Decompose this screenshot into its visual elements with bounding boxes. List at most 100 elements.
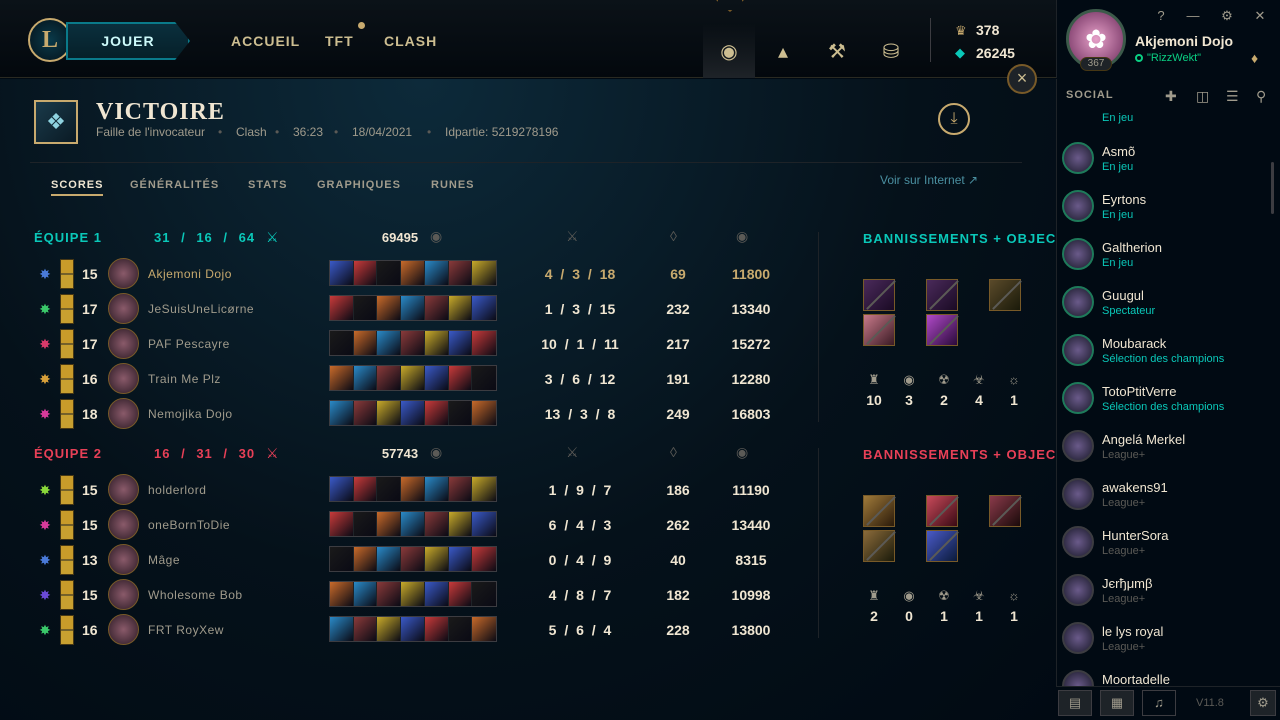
summoner-spells-icon[interactable] — [60, 399, 74, 429]
item-slot[interactable] — [330, 582, 354, 606]
item-slot[interactable] — [424, 366, 449, 390]
player-row[interactable]: ✸ 15 holderlord 1 / 9 / 7 186 11190 — [30, 473, 790, 507]
friend-list-item[interactable]: Moubarack Sélection des champions — [1062, 334, 1262, 378]
keystone-rune-icon[interactable]: ✸ — [34, 368, 56, 390]
item-slot[interactable] — [377, 617, 402, 641]
keystone-rune-icon[interactable]: ✸ — [34, 549, 56, 571]
summoner-spells-icon[interactable] — [60, 364, 74, 394]
summoner-name[interactable]: Akjemoni Dojo — [1135, 33, 1233, 49]
item-slot[interactable] — [472, 296, 497, 320]
item-slot[interactable] — [448, 331, 473, 355]
item-slot[interactable] — [353, 477, 378, 501]
item-slot[interactable] — [424, 512, 449, 536]
item-slot[interactable] — [448, 366, 473, 390]
friend-list-item[interactable]: HunterSora League+ — [1062, 526, 1262, 570]
item-slot[interactable] — [472, 617, 497, 641]
item-slot[interactable] — [448, 261, 473, 285]
item-slot[interactable] — [448, 401, 473, 425]
summoner-name[interactable]: FRT RoyXew — [148, 623, 224, 637]
nav-accueil[interactable]: ACCUEIL — [231, 33, 300, 49]
friend-avatar[interactable] — [1062, 526, 1094, 558]
item-slot[interactable] — [377, 582, 402, 606]
keystone-rune-icon[interactable]: ✸ — [34, 403, 56, 425]
friend-list-item[interactable]: Eyrtons En jeu — [1062, 190, 1262, 234]
friend-avatar[interactable] — [1062, 574, 1094, 606]
chat-icon[interactable]: ▤ — [1058, 690, 1092, 716]
item-slot[interactable] — [424, 477, 449, 501]
item-slot[interactable] — [401, 512, 425, 536]
tab-generalites[interactable]: GÉNÉRALITÉS — [130, 179, 219, 191]
item-slot[interactable] — [424, 296, 449, 320]
summoner-status[interactable]: "RizzWekt" — [1135, 52, 1201, 64]
add-folder-icon[interactable]: ◫ — [1196, 88, 1209, 105]
player-row[interactable]: ✸ 17 PAF Pescayre 10 / 1 / 11 217 15272 — [30, 327, 790, 361]
champion-portrait[interactable] — [108, 614, 139, 645]
summoner-name[interactable]: Mâge — [148, 553, 180, 567]
item-slot[interactable] — [377, 401, 402, 425]
item-slot[interactable] — [401, 401, 425, 425]
item-slot[interactable] — [401, 582, 425, 606]
item-slot[interactable] — [472, 582, 497, 606]
friend-avatar[interactable] — [1062, 142, 1094, 174]
item-slot[interactable] — [448, 296, 473, 320]
friend-avatar[interactable] — [1062, 238, 1094, 270]
tab-stats[interactable]: STATS — [248, 179, 287, 191]
nav-tft[interactable]: TFT — [325, 33, 354, 49]
item-slot[interactable] — [424, 401, 449, 425]
item-slot[interactable] — [401, 617, 425, 641]
champion-portrait[interactable] — [108, 363, 139, 394]
item-slot[interactable] — [330, 331, 354, 355]
settings-gear-icon[interactable]: ⚙ — [1218, 8, 1236, 24]
item-slot[interactable] — [472, 547, 497, 571]
champion-portrait[interactable] — [108, 474, 139, 505]
item-slot[interactable] — [330, 477, 354, 501]
summoner-name[interactable]: Akjemoni Dojo — [148, 267, 232, 281]
player-row[interactable]: ✸ 16 FRT RoyXew 5 / 6 / 4 228 13800 — [30, 613, 790, 647]
summoner-name[interactable]: Nemojika Dojo — [148, 407, 233, 421]
minimize-button[interactable]: — — [1184, 8, 1202, 23]
item-slot[interactable] — [448, 512, 473, 536]
champion-portrait[interactable] — [108, 398, 139, 429]
friend-list-item[interactable]: Galtherion En jeu — [1062, 238, 1262, 282]
item-slot[interactable] — [448, 477, 473, 501]
item-slot[interactable] — [448, 617, 473, 641]
player-row[interactable]: ✸ 15 oneBornToDie 6 / 4 / 3 262 13440 — [30, 508, 790, 542]
summoner-spells-icon[interactable] — [60, 294, 74, 324]
help-button[interactable]: ? — [1152, 8, 1170, 23]
summoner-name[interactable]: Train Me Plz — [148, 372, 221, 386]
item-slot[interactable] — [424, 331, 449, 355]
champion-portrait[interactable] — [108, 293, 139, 324]
summoner-name[interactable]: PAF Pescayre — [148, 337, 230, 351]
item-slot[interactable] — [401, 477, 425, 501]
champion-portrait[interactable] — [108, 579, 139, 610]
champion-portrait[interactable] — [108, 509, 139, 540]
item-slot[interactable] — [330, 366, 354, 390]
friend-list-item[interactable]: Angelá Merkel League+ — [1062, 430, 1262, 474]
tab-scores[interactable]: SCORES — [51, 179, 104, 196]
download-replay-button[interactable]: ⤓ — [938, 103, 970, 135]
item-slot[interactable] — [377, 512, 402, 536]
item-slot[interactable] — [401, 366, 425, 390]
item-slot[interactable] — [353, 617, 378, 641]
friend-avatar[interactable] — [1062, 190, 1094, 222]
friend-list-item[interactable]: Asmõ En jeu — [1062, 142, 1262, 186]
item-slot[interactable] — [353, 547, 378, 571]
collection-icon[interactable]: ▴ — [757, 24, 809, 78]
list-view-icon[interactable]: ☰ — [1226, 88, 1239, 105]
nav-clash[interactable]: CLASH — [384, 33, 437, 49]
item-slot[interactable] — [377, 366, 402, 390]
keystone-rune-icon[interactable]: ✸ — [34, 333, 56, 355]
item-slot[interactable] — [330, 296, 354, 320]
item-slot[interactable] — [472, 331, 497, 355]
summoner-name[interactable]: Wholesome Bob — [148, 588, 243, 602]
friend-list-item[interactable]: Guugul Spectateur — [1062, 286, 1262, 330]
social-scrollbar[interactable] — [1271, 162, 1274, 214]
add-friend-icon[interactable]: ✚ — [1165, 88, 1177, 105]
item-slot[interactable] — [472, 261, 497, 285]
item-slot[interactable] — [353, 366, 378, 390]
champion-portrait[interactable] — [108, 328, 139, 359]
player-row[interactable]: ✸ 13 Mâge 0 / 4 / 9 40 8315 — [30, 543, 790, 577]
item-slot[interactable] — [401, 296, 425, 320]
item-slot[interactable] — [353, 296, 378, 320]
friend-list-item[interactable]: TotoPtitVerre Sélection des champions — [1062, 382, 1262, 426]
